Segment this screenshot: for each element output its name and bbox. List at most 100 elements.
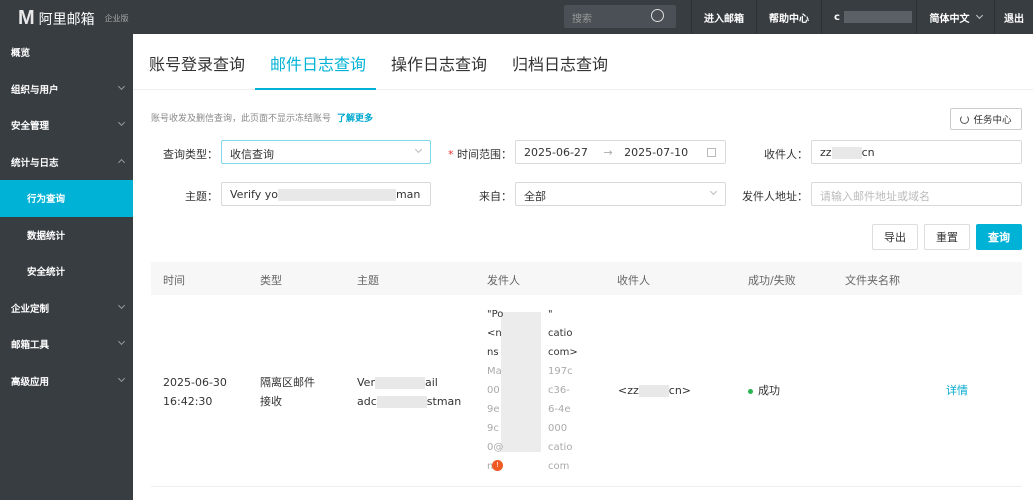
redacted-block	[843, 11, 912, 23]
search-input[interactable]: 搜索	[564, 5, 676, 28]
subject-input[interactable]: Verify yo man	[221, 182, 431, 206]
sidebar-item-data-stats[interactable]: 数据统计	[0, 217, 133, 254]
chevron-down-icon	[975, 11, 983, 20]
sidebar-item-stats-logs[interactable]: 统计与日志	[0, 144, 133, 181]
sender-line: "	[548, 309, 553, 320]
sidebar-label: 企业定制	[11, 303, 50, 315]
row-subject: Ver ail adc stman	[357, 373, 467, 411]
sender-line: c36-	[548, 385, 570, 396]
calendar-icon	[707, 148, 716, 157]
column-header: 文件夹名称	[845, 274, 900, 287]
sender-line: com	[548, 461, 570, 472]
sender-line: 6-4e	[548, 404, 571, 415]
sender-line: ns	[487, 347, 499, 358]
redacted-block	[374, 377, 425, 389]
sidebar-item-security-stats[interactable]: 安全统计	[0, 253, 133, 290]
logout-link[interactable]: 退出	[994, 0, 1033, 34]
row-status: 成功	[748, 381, 780, 400]
language-select[interactable]: 简体中文	[916, 0, 994, 34]
logo-text: 阿里邮箱	[38, 11, 95, 28]
sidebar-item-advanced[interactable]: 高级应用	[0, 363, 133, 400]
recipient-value-start: zz	[820, 146, 832, 159]
logo[interactable]: M 阿里邮箱 企业版	[18, 7, 129, 30]
recipient-part: <zz	[618, 384, 639, 397]
required-mark: *	[448, 148, 454, 161]
column-header: 收件人	[617, 274, 650, 287]
subject-part: ail	[424, 376, 438, 389]
subject-part: Ver	[357, 376, 375, 389]
sidebar-item-overview[interactable]: 概览	[0, 34, 133, 71]
page-hint: 账号收发及删信查询，此页面不显示冻结账号 了解更多	[151, 111, 373, 124]
sender-line: catio	[548, 442, 573, 453]
sidebar-item-behavior-query[interactable]: 行为查询	[0, 180, 133, 217]
redacted-block	[831, 147, 862, 159]
detail-link[interactable]: 详情	[946, 381, 968, 400]
redacted-block	[501, 312, 541, 452]
sender-line: 9c	[487, 423, 499, 434]
sender-line: 197c	[548, 366, 573, 377]
task-center-label: 任务中心	[973, 115, 1012, 126]
sender-line: <n	[487, 328, 502, 339]
redacted-block	[638, 385, 669, 397]
sender-line: catio	[548, 328, 573, 339]
sidebar-item-org-users[interactable]: 组织与用户	[0, 71, 133, 108]
search-icon[interactable]	[651, 9, 664, 22]
row-divider	[151, 486, 1022, 487]
sender-line: Ma	[487, 366, 502, 377]
enter-mailbox-link[interactable]: 进入邮箱	[691, 0, 756, 34]
row-clock: 16:42:30	[163, 395, 213, 408]
date-from: 2025-06-27	[524, 146, 588, 159]
tab-login-query[interactable]: 账号登录查询	[149, 51, 245, 75]
row-sender-right: " catio com> 197c c36- 6-4e 000 catio com	[548, 305, 578, 476]
chevron-up-icon	[117, 158, 126, 166]
tab-mail-log-query[interactable]: 邮件日志查询	[270, 51, 366, 75]
chevron-down-icon	[709, 187, 718, 196]
export-button[interactable]: 导出	[872, 224, 918, 250]
sidebar-label: 统计与日志	[11, 157, 59, 169]
account-menu[interactable]: c	[821, 0, 916, 34]
chevron-down-icon	[117, 118, 126, 127]
sender-address-placeholder: 请输入邮件地址或域名	[820, 190, 930, 203]
chevron-down-icon	[117, 301, 126, 309]
recipient-input[interactable]: zz cn	[811, 140, 1022, 164]
row-sender-left: "Po<nns Ma009e9c0@ns.	[487, 305, 503, 476]
sidebar-label: 概览	[11, 48, 31, 60]
help-center-link[interactable]: 帮助中心	[756, 0, 821, 34]
sender-address-label: 发件人地址：	[742, 190, 808, 203]
redacted-block	[277, 189, 396, 201]
sidebar-label: 组织与用户	[11, 84, 59, 96]
query-button[interactable]: 查询	[976, 224, 1022, 250]
sidebar-item-customization[interactable]: 企业定制	[0, 290, 133, 327]
tab-bar: 账号登录查询 邮件日志查询 操作日志查询 归档日志查询	[133, 34, 1033, 90]
tab-archive-log-query[interactable]: 归档日志查询	[512, 51, 608, 75]
task-center-button[interactable]: 任务中心	[950, 108, 1022, 130]
subject-part: stman	[426, 395, 462, 408]
from-select[interactable]: 全部	[515, 182, 726, 206]
date-to: 2025-07-10	[624, 146, 689, 159]
time-range-label: * 时间范围：	[440, 146, 512, 162]
recipient-part: cn>	[668, 384, 692, 397]
top-bar: M 阿里邮箱 企业版 搜索 进入邮箱 帮助中心 c 简体中文 退出	[0, 0, 1033, 34]
row-date: 2025-06-30	[163, 376, 227, 389]
query-type-select[interactable]: 收信查询	[221, 140, 431, 164]
tab-operation-log-query[interactable]: 操作日志查询	[391, 51, 487, 75]
edition-label: 企业版	[104, 14, 129, 23]
sidebar-item-security[interactable]: 安全管理	[0, 107, 133, 144]
sender-address-input[interactable]: 请输入邮件地址或域名	[811, 182, 1022, 206]
reset-button[interactable]: 重置	[924, 224, 970, 250]
time-range-label-text: 时间范围：	[457, 148, 512, 161]
sender-line: 000	[548, 423, 568, 434]
subject-label: 主题：	[185, 190, 218, 203]
sidebar: 概览 组织与用户 安全管理 统计与日志 行为查询 数据统计 安全统计 企业定制 …	[0, 34, 133, 500]
learn-more-link[interactable]: 了解更多	[337, 114, 373, 124]
row-recipient: <zz cn>	[618, 381, 691, 400]
date-range-picker[interactable]: 2025-06-27 → 2025-07-10	[515, 140, 726, 164]
account-name: c	[834, 11, 840, 23]
sender-line: 9e	[487, 404, 500, 415]
warning-icon[interactable]: !	[492, 460, 503, 471]
row-type: 隔离区邮件接收	[260, 376, 315, 408]
sidebar-label: 数据统计	[27, 230, 66, 242]
chevron-down-icon	[117, 337, 126, 346]
from-label: 来自：	[479, 190, 512, 203]
sidebar-item-mail-tools[interactable]: 邮箱工具	[0, 326, 133, 363]
